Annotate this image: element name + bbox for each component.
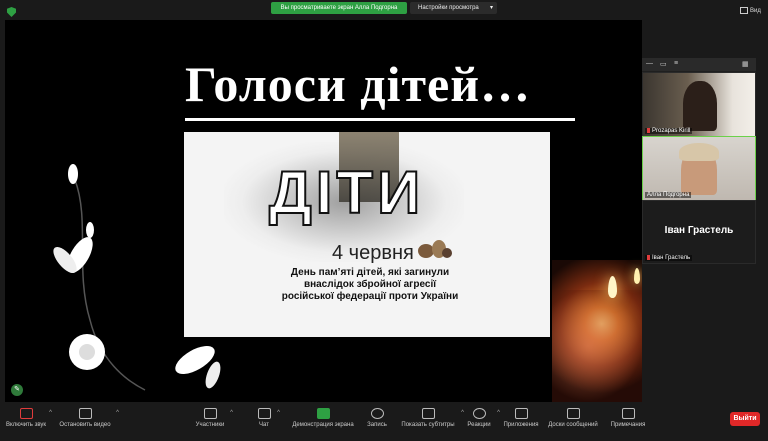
leave-button[interactable]: Выйти <box>730 412 760 426</box>
view-button[interactable]: Вид <box>740 5 764 17</box>
stop-video-button[interactable]: Остановить видео ^ <box>57 408 119 428</box>
apps-button[interactable]: Приложения <box>502 408 540 428</box>
chevron-up-icon[interactable]: ^ <box>230 410 233 416</box>
poster-subtitle-line2: внаслідок збройної агресії <box>303 279 437 290</box>
reactions-icon <box>472 408 486 419</box>
viewing-screen-banner: Вы просматриваете экран Алла Подгорна <box>271 2 407 14</box>
video-tile[interactable]: Prozapas Kirill <box>642 72 756 137</box>
view-options-label: Настройки просмотра <box>418 5 479 11</box>
chevron-up-icon[interactable]: ^ <box>497 410 500 416</box>
record-button[interactable]: Запись <box>364 408 390 428</box>
slide-title: Голоси дітей… <box>185 56 532 112</box>
notes-button[interactable]: Примечания <box>609 408 647 428</box>
chevron-up-icon[interactable]: ^ <box>116 410 119 416</box>
strip-view-icon[interactable]: ≡ <box>674 60 678 67</box>
unmute-button[interactable]: Включить звук ^ <box>6 408 52 428</box>
participant-hair <box>679 143 719 161</box>
notes-icon <box>621 408 635 419</box>
meeting-toolbar: Включить звук ^ Остановить видео ^ Участ… <box>0 404 768 441</box>
panel-header: — ▭ ≡ ▦ <box>642 58 756 71</box>
gallery-view-icon[interactable]: ▦ <box>742 60 749 68</box>
candle-flame-icon <box>634 268 640 284</box>
poster-date: 4 червня <box>332 242 414 264</box>
participant-video <box>683 81 717 131</box>
participants-button[interactable]: Участники ^ <box>195 408 233 428</box>
chevron-down-icon: ▾ <box>489 5 493 11</box>
share-screen-button[interactable]: Демонстрация экрана <box>292 408 354 428</box>
video-tile-active-speaker[interactable]: Алла Подгорна <box>642 136 756 201</box>
participant-name: Prozapas Kirill <box>645 127 693 134</box>
hands-graphic <box>552 290 642 402</box>
participants-video-panel: — ▭ ≡ ▦ Prozapas Kirill Алла Подгорна Ів… <box>642 58 756 264</box>
view-button-label: Вид <box>750 8 761 14</box>
single-view-icon[interactable]: ▭ <box>660 60 667 68</box>
candle-in-hands-image <box>552 260 642 402</box>
mic-muted-icon <box>647 127 650 133</box>
meeting-top-bar: Вы просматриваете экран Алла Подгорна На… <box>0 0 768 18</box>
stones-graphic <box>416 238 454 262</box>
captions-icon <box>421 408 435 419</box>
participant-display-name: Іван Грастель <box>664 225 734 236</box>
minimize-icon[interactable]: — <box>646 60 653 67</box>
chat-icon <box>257 408 271 419</box>
candle-flame-icon <box>608 276 617 298</box>
poster-subtitle: День пам’яті дітей, які загинули внаслід… <box>280 267 460 303</box>
show-captions-button[interactable]: Показать субтитры ^ <box>400 408 464 428</box>
poster-subtitle-line1: День пам’яті дітей, які загинули <box>290 267 450 278</box>
security-shield-icon[interactable] <box>7 7 16 17</box>
video-tile-no-video[interactable]: Іван Грастель Іван Грастель <box>642 200 756 264</box>
share-screen-icon <box>316 408 330 419</box>
chevron-up-icon[interactable]: ^ <box>277 410 280 416</box>
view-options-dropdown[interactable]: Настройки просмотра ▾ <box>410 2 497 14</box>
reactions-button[interactable]: Реакции ^ <box>466 408 500 428</box>
apps-icon <box>514 408 528 419</box>
participant-name: Алла Подгорна <box>645 192 692 198</box>
poster-headline: ДІТИ <box>268 158 425 227</box>
whiteboards-button[interactable]: Доски сообщений <box>547 408 599 428</box>
video-camera-icon <box>78 408 92 419</box>
poster-subtitle-line3: російської федерації проти України <box>281 291 459 302</box>
whiteboard-icon <box>566 408 580 419</box>
title-underline <box>185 118 575 121</box>
annotate-pencil-icon[interactable]: ✎ <box>11 384 23 396</box>
chevron-up-icon[interactable]: ^ <box>49 410 52 416</box>
chevron-up-icon[interactable]: ^ <box>461 410 464 416</box>
chat-button[interactable]: Чат ^ <box>256 408 280 428</box>
mic-muted-icon <box>647 254 650 260</box>
mic-muted-icon <box>19 408 33 419</box>
record-icon <box>370 408 384 419</box>
shared-screen: Голоси дітей… ДІТИ 4 червня День пам’яті… <box>5 20 642 402</box>
grid-icon <box>740 6 748 14</box>
memorial-poster: ДІТИ 4 червня День пам’яті дітей, які за… <box>184 132 550 337</box>
participants-icon <box>203 408 217 419</box>
participant-name: Іван Грастель <box>645 254 693 261</box>
